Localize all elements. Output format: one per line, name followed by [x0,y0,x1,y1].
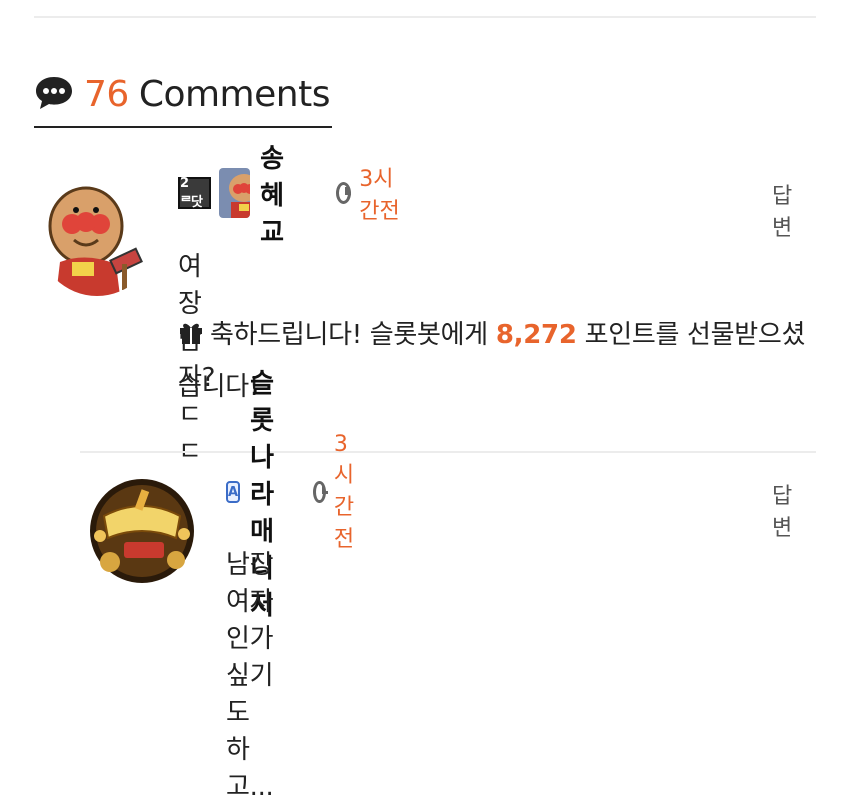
comments-label: Comments [138,74,331,115]
comments-count: 76 [84,74,129,115]
timestamp: 3시간전 [313,432,363,553]
clock-icon [336,182,352,204]
time-text: 3시간전 [333,431,355,552]
timestamp: 3시간전 [336,161,402,225]
avatar[interactable] [80,476,204,586]
top-divider [34,16,816,18]
gift-points: 8,272 [495,320,577,350]
clock-icon [313,481,329,503]
reply-button[interactable]: 답변 [772,178,792,242]
gift-prefix: 축하드립니다! 슬롯봇에게 [210,320,496,350]
chat-bubble-icon [34,75,74,115]
avatar[interactable] [38,178,156,296]
reply-button[interactable]: 답변 [772,478,792,542]
comment-meta: 2ᄅ닷 송혜교 3시간전 [178,144,402,248]
comment-meta: A 슬롯나라매니저 3시간전 [226,369,364,621]
member-icon [218,168,251,218]
gift-icon [178,312,204,362]
comments-header: 76 Comments [34,64,332,128]
comments-title: 76 Comments [84,77,330,113]
comment-text: 남장 여자인가 싶기도 하고... [226,550,274,802]
comment-divider [80,451,816,453]
nickname[interactable]: 송혜교 [260,138,304,249]
level-badge: 2ᄅ닷 [178,176,211,210]
admin-badge: A [226,481,241,503]
time-text: 3시간전 [359,167,400,224]
